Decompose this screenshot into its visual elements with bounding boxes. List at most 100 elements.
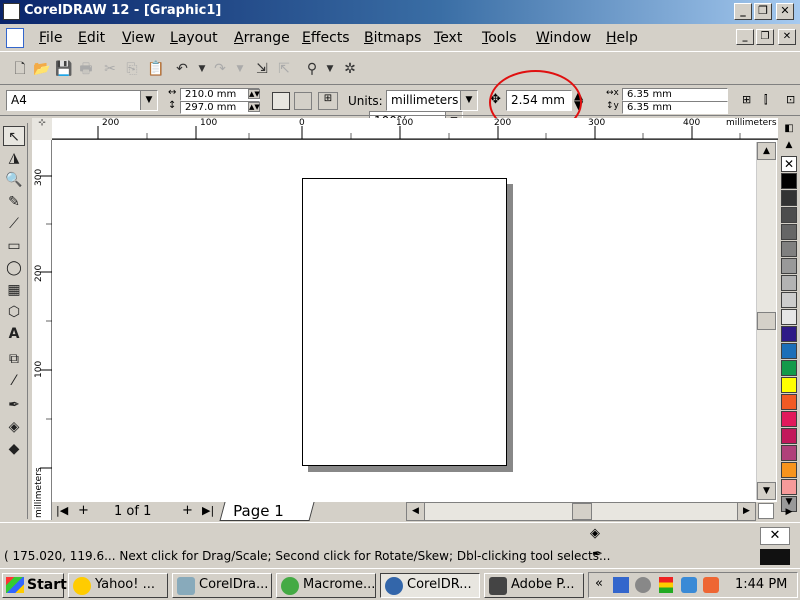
- export-icon[interactable]: ⇱: [274, 59, 294, 79]
- color-swatch[interactable]: [781, 462, 797, 478]
- menu-view[interactable]: View: [122, 30, 155, 46]
- undo-dropdown-icon[interactable]: ▼: [192, 59, 212, 79]
- add-page-before-icon[interactable]: +: [78, 503, 89, 518]
- scroll-down-icon[interactable]: ▼: [757, 482, 776, 500]
- last-page-icon[interactable]: ▶|: [202, 504, 214, 517]
- palette-menu-icon[interactable]: ◧: [781, 122, 797, 136]
- traffic-light-icon[interactable]: [659, 577, 673, 593]
- task-macromedia[interactable]: Macrome...: [276, 573, 376, 598]
- undo-icon[interactable]: ↶: [172, 59, 192, 79]
- security-icon[interactable]: [681, 577, 697, 593]
- menu-text[interactable]: Text: [434, 30, 462, 46]
- color-swatch[interactable]: [781, 224, 797, 240]
- h-scroll-thumb[interactable]: [572, 503, 592, 520]
- tray-expand-icon[interactable]: «: [595, 576, 603, 591]
- paste-icon[interactable]: 📋: [146, 59, 166, 79]
- page-tab[interactable]: Page 1: [219, 502, 315, 521]
- color-swatch[interactable]: [781, 394, 797, 410]
- network-icon[interactable]: [613, 577, 629, 593]
- task-coreldraw-2[interactable]: CorelDR...: [380, 573, 480, 598]
- vertical-scrollbar[interactable]: ▲ ▼: [756, 142, 776, 500]
- open-icon[interactable]: 📂: [32, 59, 52, 79]
- save-icon[interactable]: 💾: [54, 59, 74, 79]
- width-spin-button[interactable]: ▲▼: [248, 89, 260, 99]
- color-swatch[interactable]: [781, 207, 797, 223]
- paper-type-combo[interactable]: A4 ▼: [6, 90, 158, 111]
- scroll-thumb[interactable]: [757, 312, 776, 330]
- start-button[interactable]: Start: [2, 573, 67, 598]
- height-spin-button[interactable]: ▲▼: [248, 102, 260, 112]
- color-swatch[interactable]: [781, 411, 797, 427]
- scroll-left-icon[interactable]: ◀: [407, 503, 425, 520]
- scroll-up-icon[interactable]: ▲: [757, 142, 776, 160]
- interactive-fill-tool-icon[interactable]: ◆: [3, 439, 25, 459]
- shape-tool-icon[interactable]: ◮: [3, 148, 25, 168]
- palette-up-icon[interactable]: ▲: [781, 140, 797, 154]
- first-page-icon[interactable]: |◀: [56, 504, 68, 517]
- horizontal-scrollbar[interactable]: ◀ ▶: [406, 502, 756, 521]
- add-page-after-icon[interactable]: +: [182, 503, 193, 518]
- snap-grid-icon[interactable]: ⊞: [742, 93, 758, 109]
- pick-tool-icon[interactable]: ↖: [3, 126, 25, 146]
- menu-bitmaps[interactable]: Bitmaps: [364, 30, 421, 46]
- duplicate-x-field[interactable]: 6.35 mm: [622, 88, 728, 101]
- chevron-down-icon[interactable]: ▼: [460, 91, 477, 110]
- color-swatch[interactable]: [781, 309, 797, 325]
- menu-window[interactable]: Window: [536, 30, 591, 46]
- task-yahoo[interactable]: Yahoo! ...: [68, 573, 168, 598]
- redo-icon[interactable]: ↷: [210, 59, 230, 79]
- new-icon[interactable]: 🗋: [10, 59, 30, 79]
- document-icon[interactable]: [6, 28, 24, 48]
- doc-close-button[interactable]: ✕: [778, 29, 796, 45]
- menu-help[interactable]: Help: [606, 30, 638, 46]
- navigator-icon[interactable]: [758, 503, 774, 519]
- fill-icon[interactable]: ◈: [590, 526, 600, 541]
- redo-dropdown-icon[interactable]: ▼: [230, 59, 250, 79]
- cut-icon[interactable]: ✂: [100, 59, 120, 79]
- page-layout-icon[interactable]: ⊞: [318, 92, 338, 110]
- snap-guidelines-icon[interactable]: ⫿: [764, 93, 780, 109]
- basic-shapes-tool-icon[interactable]: ⬡: [3, 302, 25, 322]
- ruler-origin[interactable]: ⊹: [32, 118, 52, 140]
- portrait-button[interactable]: [272, 92, 290, 110]
- doc-restore-button[interactable]: ❐: [756, 29, 774, 45]
- color-swatch[interactable]: [781, 445, 797, 461]
- task-coreldraw-1[interactable]: CorelDra...: [172, 573, 272, 598]
- menu-layout[interactable]: Layout: [170, 30, 218, 46]
- menu-tools[interactable]: Tools: [482, 30, 517, 46]
- task-adobe[interactable]: Adobe P...: [484, 573, 584, 598]
- duplicate-y-field[interactable]: 6.35 mm: [622, 101, 728, 114]
- menu-arrange[interactable]: Arrange: [234, 30, 290, 46]
- color-swatch[interactable]: [781, 173, 797, 189]
- text-tool-icon[interactable]: A: [3, 324, 25, 344]
- tray-app-icon[interactable]: [703, 577, 719, 593]
- menu-file[interactable]: File: [39, 30, 62, 46]
- doc-minimize-button[interactable]: _: [736, 29, 754, 45]
- graph-paper-tool-icon[interactable]: ▦: [3, 280, 25, 300]
- zoom-tool-icon[interactable]: 🔍: [3, 170, 25, 190]
- no-color-swatch[interactable]: ✕: [781, 156, 797, 172]
- color-swatch[interactable]: [781, 479, 797, 495]
- color-swatch[interactable]: [781, 275, 797, 291]
- document-page[interactable]: [302, 178, 507, 466]
- outline-color-indicator[interactable]: [760, 549, 790, 565]
- color-swatch[interactable]: [781, 190, 797, 206]
- color-swatch[interactable]: [781, 343, 797, 359]
- print-icon[interactable]: 🖶: [76, 59, 96, 79]
- color-swatch[interactable]: [781, 292, 797, 308]
- color-swatch[interactable]: [781, 241, 797, 257]
- color-swatch[interactable]: [781, 326, 797, 342]
- palette-down-icon[interactable]: ▼ ▶: [781, 497, 797, 519]
- menu-edit[interactable]: Edit: [78, 30, 105, 46]
- minimize-button[interactable]: _: [734, 3, 752, 20]
- outline-pen-icon[interactable]: ✒: [592, 547, 603, 562]
- snap-objects-icon[interactable]: ⊡: [786, 93, 800, 109]
- app-icon[interactable]: [3, 3, 20, 20]
- color-swatch[interactable]: [781, 258, 797, 274]
- outline-tool-icon[interactable]: ✒: [3, 395, 25, 415]
- launcher-dropdown-icon[interactable]: ▼: [320, 59, 340, 79]
- eyedropper-tool-icon[interactable]: ⁄: [3, 371, 25, 391]
- freehand-tool-icon[interactable]: ✎: [3, 192, 25, 212]
- tray-app-icon[interactable]: [635, 577, 651, 593]
- landscape-button[interactable]: [294, 92, 312, 110]
